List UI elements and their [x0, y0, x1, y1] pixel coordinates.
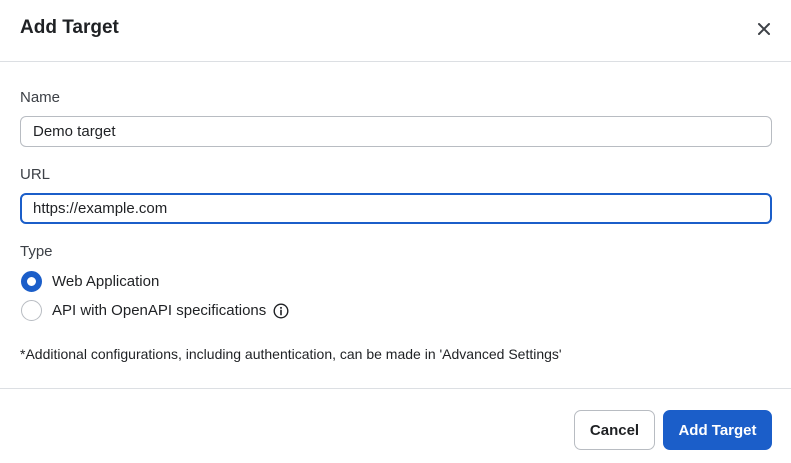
- info-icon[interactable]: [273, 302, 289, 319]
- radio-web-application[interactable]: [21, 271, 42, 292]
- add-target-button[interactable]: Add Target: [663, 410, 772, 450]
- type-option-api-openapi[interactable]: API with OpenAPI specifications: [21, 300, 289, 321]
- name-input[interactable]: [20, 116, 772, 147]
- url-input[interactable]: [20, 193, 772, 224]
- radio-api-openapi[interactable]: [21, 300, 42, 321]
- radio-label-api-openapi: API with OpenAPI specifications: [52, 302, 267, 319]
- type-option-web-application[interactable]: Web Application: [21, 271, 159, 292]
- radio-label-web-application: Web Application: [52, 273, 160, 290]
- dialog-title: Add Target: [20, 17, 119, 38]
- close-button[interactable]: [754, 19, 774, 39]
- dialog-footer: Cancel Add Target: [0, 388, 791, 463]
- dialog-body: Name URL Type Web Application API with O…: [0, 62, 791, 388]
- dialog-header: Add Target: [0, 0, 791, 62]
- add-target-dialog: Add Target Name URL Type Web Application…: [0, 0, 791, 463]
- name-label: Name: [20, 89, 61, 106]
- close-icon: [758, 23, 770, 35]
- cancel-button[interactable]: Cancel: [574, 410, 655, 450]
- advanced-settings-note: *Additional configurations, including au…: [20, 346, 562, 362]
- url-label: URL: [20, 166, 51, 183]
- type-label: Type: [20, 243, 53, 260]
